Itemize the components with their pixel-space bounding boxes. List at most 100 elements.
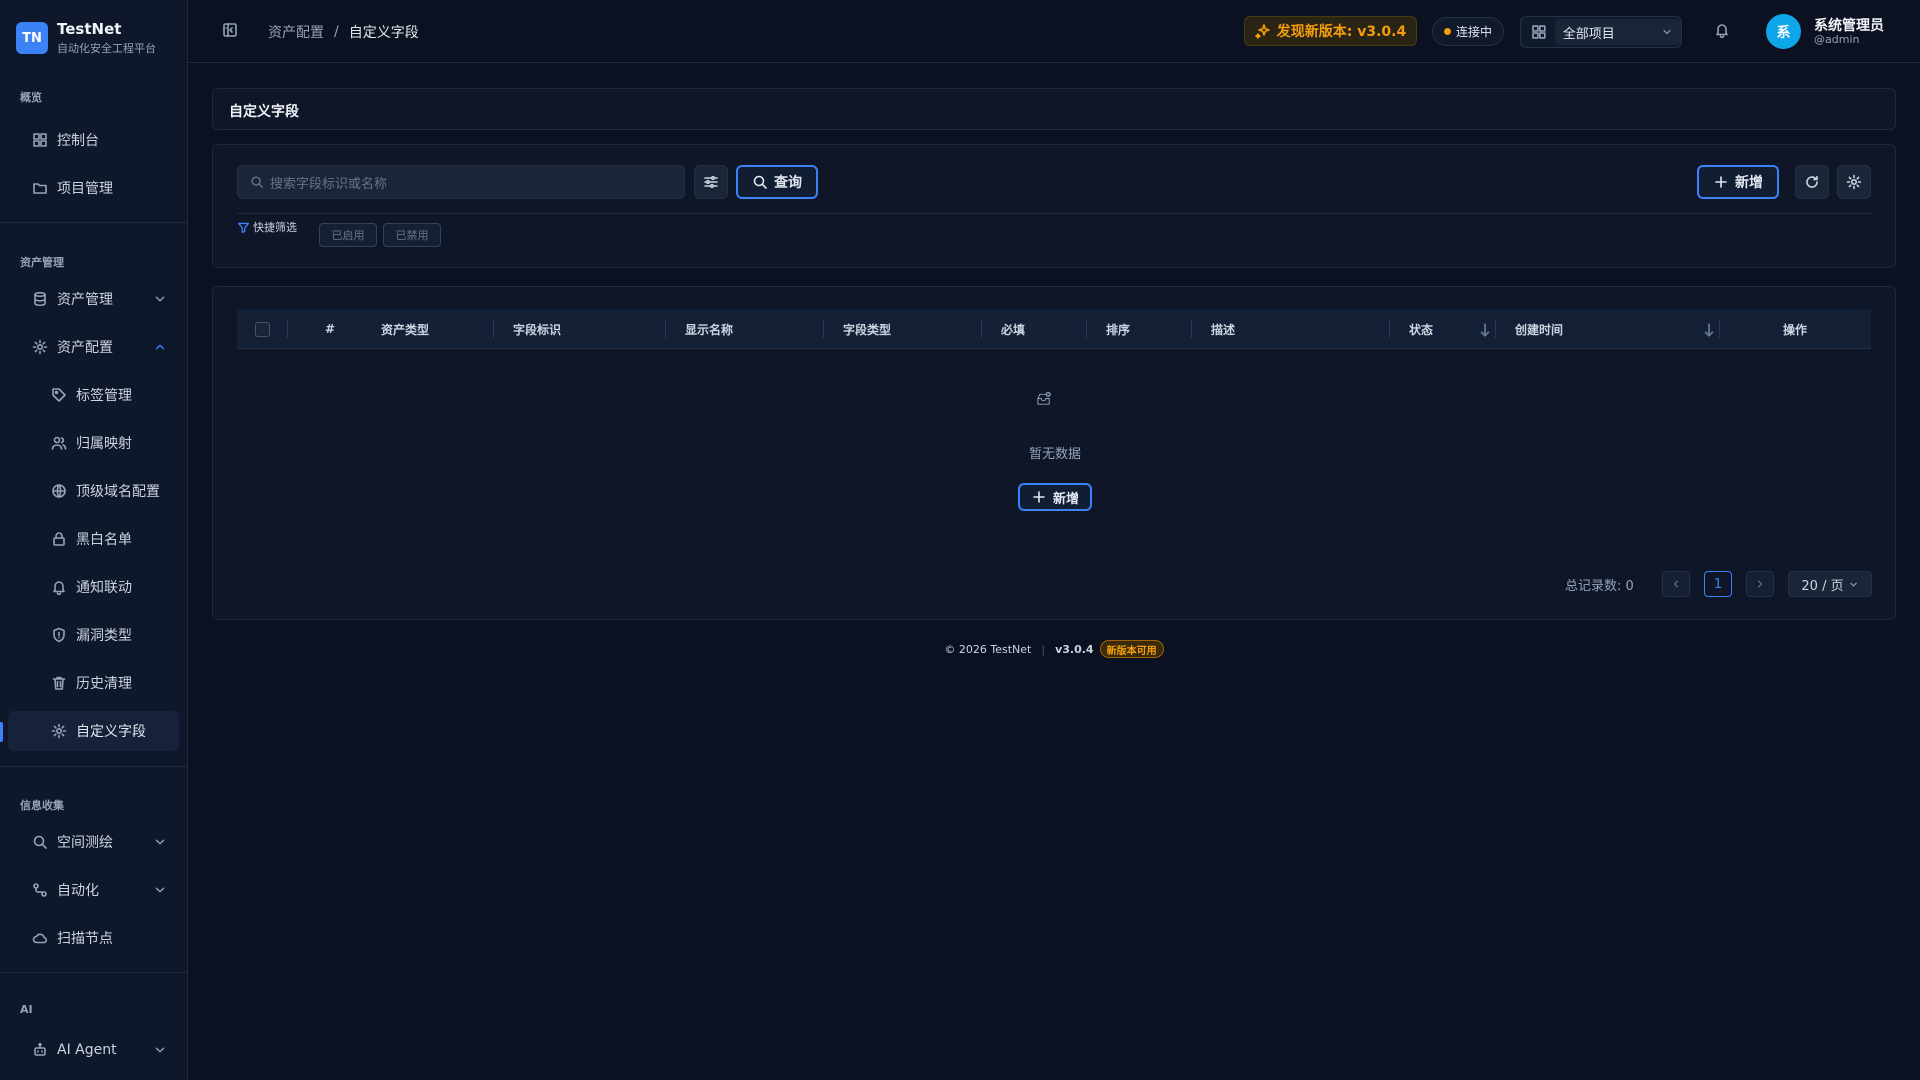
sidebar: TN TestNet 自动化安全工程平台 概览 控制台 项目管理 资产管理 资产…: [0, 0, 188, 1080]
sidebar-item-projects[interactable]: 项目管理: [8, 168, 179, 208]
column-header-index: #: [325, 322, 336, 336]
sidebar-item-notifications[interactable]: 通知联动: [8, 567, 179, 607]
section-overview: 概览: [20, 91, 42, 104]
column-header-display-name: 显示名称: [685, 322, 734, 337]
pagination-total: 总记录数: 0: [1565, 579, 1634, 594]
sidebar-item-space-mapping[interactable]: 空间测绘: [8, 822, 179, 862]
add-button[interactable]: 新增: [1697, 165, 1779, 199]
sidebar-item-custom-fields[interactable]: 自定义字段: [8, 711, 179, 751]
filter-card: 搜索字段标识或名称 查询 新增 快捷筛选 已启用 已禁用: [212, 144, 1896, 268]
column-header-created-at[interactable]: 创建时间: [1515, 309, 1563, 349]
page-size-select[interactable]: 20 / 页: [1788, 571, 1872, 597]
footer-separator: |: [1041, 642, 1046, 656]
refresh-button[interactable]: [1795, 165, 1829, 199]
sort-icon[interactable]: [1701, 322, 1717, 338]
column-header-status[interactable]: 状态: [1409, 309, 1433, 349]
column-header-sort: 排序: [1106, 322, 1131, 337]
sparkle-icon: [1254, 24, 1270, 39]
topbar: 资产配置 / 自定义字段 发现新版本: v3.0.4 连接中 全部项目 系 系统…: [188, 0, 1920, 63]
footer-version: v3.0.4: [1055, 642, 1094, 656]
prev-page-button[interactable]: [1662, 571, 1690, 597]
select-all-checkbox[interactable]: [255, 322, 270, 337]
database-icon: [32, 291, 48, 307]
query-button[interactable]: 查询: [736, 165, 818, 199]
search-input[interactable]: 搜索字段标识或名称: [237, 165, 685, 199]
sidebar-item-vuln-types[interactable]: 漏洞类型: [8, 615, 179, 655]
user-handle: @admin: [1814, 33, 1860, 46]
cloud-icon: [32, 930, 48, 946]
section-recon: 信息收集: [20, 799, 64, 812]
breadcrumb-current: 自定义字段: [348, 25, 419, 41]
sidebar-item-ownership[interactable]: 归属映射: [8, 423, 179, 463]
sidebar-item-dashboard[interactable]: 控制台: [8, 120, 179, 160]
table-card: # 资产类型 字段标识 显示名称 字段类型 必填 排序 描述 状态 创建时间 操…: [212, 286, 1896, 620]
gear-icon: [51, 723, 67, 739]
bell-icon: [51, 579, 67, 595]
shield-icon: [51, 627, 67, 643]
brand[interactable]: TN TestNet 自动化安全工程平台: [16, 18, 156, 58]
sidebar-item-history-cleanup[interactable]: 历史清理: [8, 663, 179, 703]
query-button-label: 查询: [774, 175, 802, 191]
table-settings-button[interactable]: [1837, 165, 1871, 199]
workflow-icon: [32, 882, 48, 898]
column-header-required: 必填: [1001, 322, 1026, 337]
next-page-button[interactable]: [1746, 571, 1774, 597]
empty-add-button[interactable]: 新增: [1018, 483, 1092, 511]
sort-icon[interactable]: [1477, 322, 1493, 338]
notifications-bell-icon[interactable]: [1714, 22, 1730, 38]
sidebar-item-scan-nodes[interactable]: 扫描节点: [8, 918, 179, 958]
sidebar-item-asset-management[interactable]: 资产管理: [8, 279, 179, 319]
chevron-up-icon: [155, 344, 165, 350]
divider: [0, 766, 188, 767]
filter-icon: [237, 222, 250, 233]
divider: [237, 213, 1873, 214]
quick-filter-enabled[interactable]: 已启用: [319, 223, 377, 247]
footer: © 2026 TestNet | v3.0.4 新版本可用: [188, 640, 1920, 658]
sidebar-item-label: 黑白名单: [76, 532, 132, 548]
sidebar-item-asset-config[interactable]: 资产配置: [8, 327, 179, 367]
page-header-card: 自定义字段: [212, 88, 1896, 130]
sidebar-item-tld-config[interactable]: 顶级域名配置: [8, 471, 179, 511]
globe-icon: [51, 483, 67, 499]
sidebar-toggle-icon[interactable]: [222, 22, 238, 38]
breadcrumb-item[interactable]: 资产配置: [268, 22, 324, 42]
connection-status-label: 连接中: [1455, 25, 1492, 39]
breadcrumb-separator: /: [334, 24, 339, 40]
sidebar-item-label: 漏洞类型: [76, 628, 132, 644]
sidebar-item-tags[interactable]: 标签管理: [8, 375, 179, 415]
update-available-badge[interactable]: 新版本可用: [1099, 640, 1164, 658]
user-name[interactable]: 系统管理员: [1814, 15, 1884, 35]
sidebar-item-blackwhite-list[interactable]: 黑白名单: [8, 519, 179, 559]
chevron-down-icon: [1849, 582, 1857, 586]
brand-name: TestNet: [57, 20, 122, 38]
active-indicator: [0, 722, 3, 742]
page-title: 自定义字段: [229, 104, 299, 120]
quick-filter-disabled[interactable]: 已禁用: [383, 223, 441, 247]
avatar[interactable]: 系: [1766, 14, 1801, 49]
breadcrumb: 资产配置 / 自定义字段: [268, 22, 419, 42]
gear-icon: [1846, 174, 1862, 190]
sidebar-item-label: 空间测绘: [57, 835, 113, 851]
quick-filter-label: 快捷筛选: [237, 219, 297, 235]
sidebar-item-label: 资产管理: [57, 292, 113, 308]
sliders-icon: [704, 175, 718, 189]
refresh-icon: [1806, 175, 1818, 188]
advanced-filter-button[interactable]: [694, 165, 728, 199]
grid-icon: [1532, 25, 1546, 39]
sidebar-item-label: AI Agent: [57, 1042, 117, 1058]
sidebar-item-label: 项目管理: [57, 181, 113, 197]
update-available-button[interactable]: 发现新版本: v3.0.4: [1244, 16, 1417, 46]
users-icon: [51, 435, 67, 451]
project-select[interactable]: 全部项目: [1554, 19, 1681, 45]
connection-status: 连接中: [1432, 17, 1504, 46]
chevron-down-icon: [155, 887, 165, 893]
page-number-current[interactable]: 1: [1704, 571, 1732, 597]
divider: [0, 972, 188, 973]
chevron-down-icon: [155, 1047, 165, 1053]
column-header-field-type: 字段类型: [843, 322, 892, 337]
plus-icon: [1033, 491, 1045, 503]
sidebar-item-automation[interactable]: 自动化: [8, 870, 179, 910]
update-notice-label: 发现新版本: v3.0.4: [1276, 24, 1407, 40]
search-icon: [251, 176, 263, 188]
sidebar-item-ai-agent[interactable]: AI Agent: [8, 1030, 179, 1070]
